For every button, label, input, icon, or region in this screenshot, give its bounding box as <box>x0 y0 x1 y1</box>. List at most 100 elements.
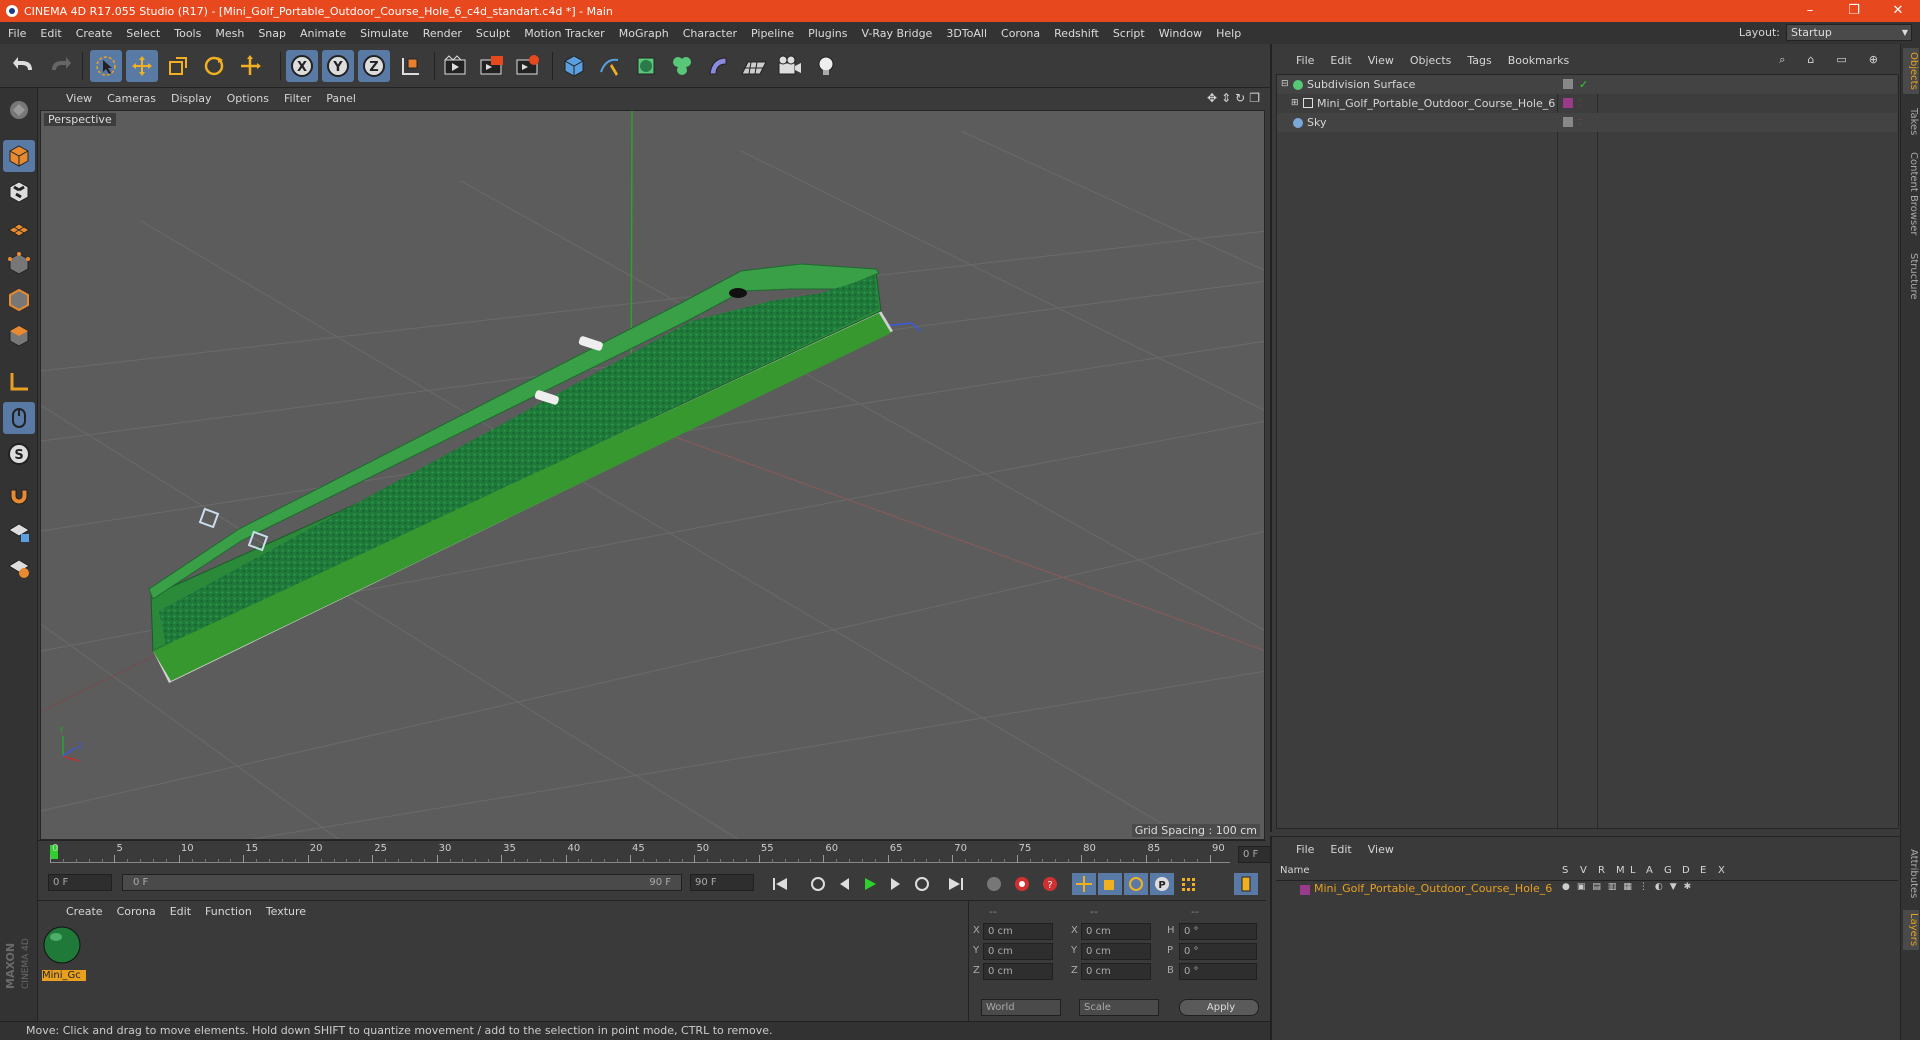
key-position-icon[interactable] <box>1072 873 1096 895</box>
object-menu-file[interactable]: File <box>1296 54 1314 67</box>
expand-icon[interactable]: ⊞ <box>1291 94 1299 113</box>
key-rotation-icon[interactable] <box>1124 873 1148 895</box>
coord-size-field[interactable]: 0 cm <box>1081 923 1151 940</box>
goto-end-icon[interactable] <box>944 873 968 895</box>
object-row-mini-golf[interactable]: ⊞ Mini_Golf_Portable_Outdoor_Course_Hole… <box>1277 94 1897 113</box>
make-editable-icon[interactable] <box>3 94 35 126</box>
search-icon[interactable]: ⌕ <box>1779 53 1785 67</box>
menu-corona[interactable]: Corona <box>1001 27 1040 40</box>
material-menu-create[interactable]: Create <box>66 905 103 918</box>
render-picture-viewer-icon[interactable] <box>476 50 508 82</box>
menu-pipeline[interactable]: Pipeline <box>751 27 794 40</box>
menu-vray-bridge[interactable]: V-Ray Bridge <box>861 27 932 40</box>
axis-mode-icon[interactable] <box>3 366 35 398</box>
layer-toggle-icons[interactable]: ●▣▤▥▦⋮◐▼✱ <box>1562 882 1698 892</box>
tab-content-browser[interactable]: Content Browser <box>1903 148 1919 240</box>
coordinate-system-icon[interactable] <box>394 50 426 82</box>
menu-file[interactable]: File <box>8 27 26 40</box>
menu-tools[interactable]: Tools <box>174 27 201 40</box>
layer-menu-view[interactable]: View <box>1368 843 1394 856</box>
range-slider[interactable]: 0 F 90 F <box>122 874 682 891</box>
next-key-icon[interactable] <box>910 873 934 895</box>
solo-mode-icon[interactable] <box>3 552 35 584</box>
goto-start-icon[interactable] <box>768 873 792 895</box>
close-button[interactable]: ✕ <box>1876 0 1920 22</box>
rotate-tool-icon[interactable] <box>198 50 230 82</box>
3d-viewport[interactable]: Y Z Perspective Grid Spacing : 100 cm <box>40 110 1265 840</box>
edges-mode-icon[interactable] <box>3 284 35 316</box>
coord-size-field[interactable]: 0 cm <box>1081 963 1151 980</box>
menu-snap[interactable]: Snap <box>258 27 286 40</box>
layer-menu-file[interactable]: File <box>1296 843 1314 856</box>
coord-pos-field[interactable]: 0 cm <box>983 923 1053 940</box>
material-swatch[interactable]: Mini_Gc <box>42 925 86 983</box>
select-tool-icon[interactable] <box>90 50 122 82</box>
viewport-menu-filter[interactable]: Filter <box>284 92 311 105</box>
maximize-view-icon[interactable]: ❐ <box>1249 91 1260 105</box>
maximize-icon[interactable]: ⊕ <box>1869 53 1878 67</box>
menu-character[interactable]: Character <box>683 27 737 40</box>
menu-sculpt[interactable]: Sculpt <box>476 27 510 40</box>
menu-animate[interactable]: Animate <box>300 27 346 40</box>
workplane-mode-icon[interactable] <box>3 212 35 244</box>
coord-rot-field[interactable]: 0 ° <box>1179 943 1257 960</box>
menu-motion-tracker[interactable]: Motion Tracker <box>524 27 604 40</box>
timeline-ruler[interactable]: 0 5 10 15 20 25 30 35 40 45 50 55 60 65 70 75 80 85 90 0 F <box>38 840 1302 866</box>
z-axis-lock-icon[interactable]: Z <box>358 50 390 82</box>
x-axis-lock-icon[interactable]: X <box>286 50 318 82</box>
coord-pos-field[interactable]: 0 cm <box>983 963 1053 980</box>
tab-layers[interactable]: Layers <box>1903 910 1919 950</box>
new-view-icon[interactable]: ▭ <box>1836 53 1846 67</box>
menu-script[interactable]: Script <box>1113 27 1145 40</box>
material-menu-function[interactable]: Function <box>205 905 252 918</box>
mini-golf-model[interactable] <box>148 263 893 683</box>
viewport-menu-display[interactable]: Display <box>171 92 212 105</box>
edit-render-settings-icon[interactable] <box>512 50 544 82</box>
magnet-icon[interactable] <box>3 480 35 512</box>
home-icon[interactable]: ⌂ <box>1807 53 1814 67</box>
subdivision-surface-icon[interactable] <box>630 50 662 82</box>
menu-edit[interactable]: Edit <box>40 27 61 40</box>
object-row-sky[interactable]: Sky ⁚ <box>1277 113 1897 132</box>
object-menu-objects[interactable]: Objects <box>1410 54 1452 67</box>
render-view-icon[interactable] <box>440 50 472 82</box>
scale-tool-icon[interactable] <box>162 50 194 82</box>
menu-mesh[interactable]: Mesh <box>215 27 244 40</box>
object-menu-edit[interactable]: Edit <box>1330 54 1351 67</box>
floor-scene-icon[interactable] <box>738 50 770 82</box>
material-menu-texture[interactable]: Texture <box>266 905 306 918</box>
coord-rot-field[interactable]: 0 ° <box>1179 923 1257 940</box>
coord-mode-dropdown[interactable]: Scale <box>1079 999 1159 1016</box>
dolly-view-icon[interactable]: ⇕ <box>1221 91 1231 105</box>
key-scale-icon[interactable] <box>1098 873 1122 895</box>
key-parameter-icon[interactable]: P <box>1150 873 1174 895</box>
menu-create[interactable]: Create <box>76 27 113 40</box>
lock-workplane-icon[interactable] <box>3 516 35 548</box>
tab-objects[interactable]: Objects <box>1903 48 1919 94</box>
tab-structure[interactable]: Structure <box>1903 248 1919 304</box>
menu-3dtoall[interactable]: 3DToAll <box>946 27 987 40</box>
layer-menu-edit[interactable]: Edit <box>1330 843 1351 856</box>
object-menu-view[interactable]: View <box>1368 54 1394 67</box>
collapse-icon[interactable]: ⊟ <box>1281 75 1289 94</box>
pen-spline-icon[interactable] <box>594 50 626 82</box>
layer-tag-icon[interactable] <box>1563 79 1573 89</box>
record-keys-icon[interactable] <box>1010 873 1034 895</box>
snap-mode-icon[interactable]: S <box>3 438 35 470</box>
visibility-dots-icon[interactable]: ⁚ <box>1579 94 1582 113</box>
autokey-icon[interactable]: ? <box>1038 873 1062 895</box>
end-frame-field[interactable]: 90 F <box>690 874 754 891</box>
viewport-menu-view[interactable]: View <box>66 92 92 105</box>
coord-space-dropdown[interactable]: World <box>981 999 1061 1016</box>
move-tool-icon[interactable] <box>126 50 158 82</box>
object-menu-tags[interactable]: Tags <box>1467 54 1491 67</box>
points-mode-icon[interactable] <box>3 248 35 280</box>
coord-rot-field[interactable]: 0 ° <box>1179 963 1257 980</box>
cloner-icon[interactable] <box>666 50 698 82</box>
start-frame-field[interactable]: 0 F <box>48 874 112 891</box>
layout-dropdown[interactable]: Startup ▼ <box>1786 24 1912 41</box>
viewport-menu-options[interactable]: Options <box>227 92 269 105</box>
y-axis-lock-icon[interactable]: Y <box>322 50 354 82</box>
object-menu-bookmarks[interactable]: Bookmarks <box>1508 54 1569 67</box>
timeline-window-icon[interactable] <box>1234 873 1258 895</box>
